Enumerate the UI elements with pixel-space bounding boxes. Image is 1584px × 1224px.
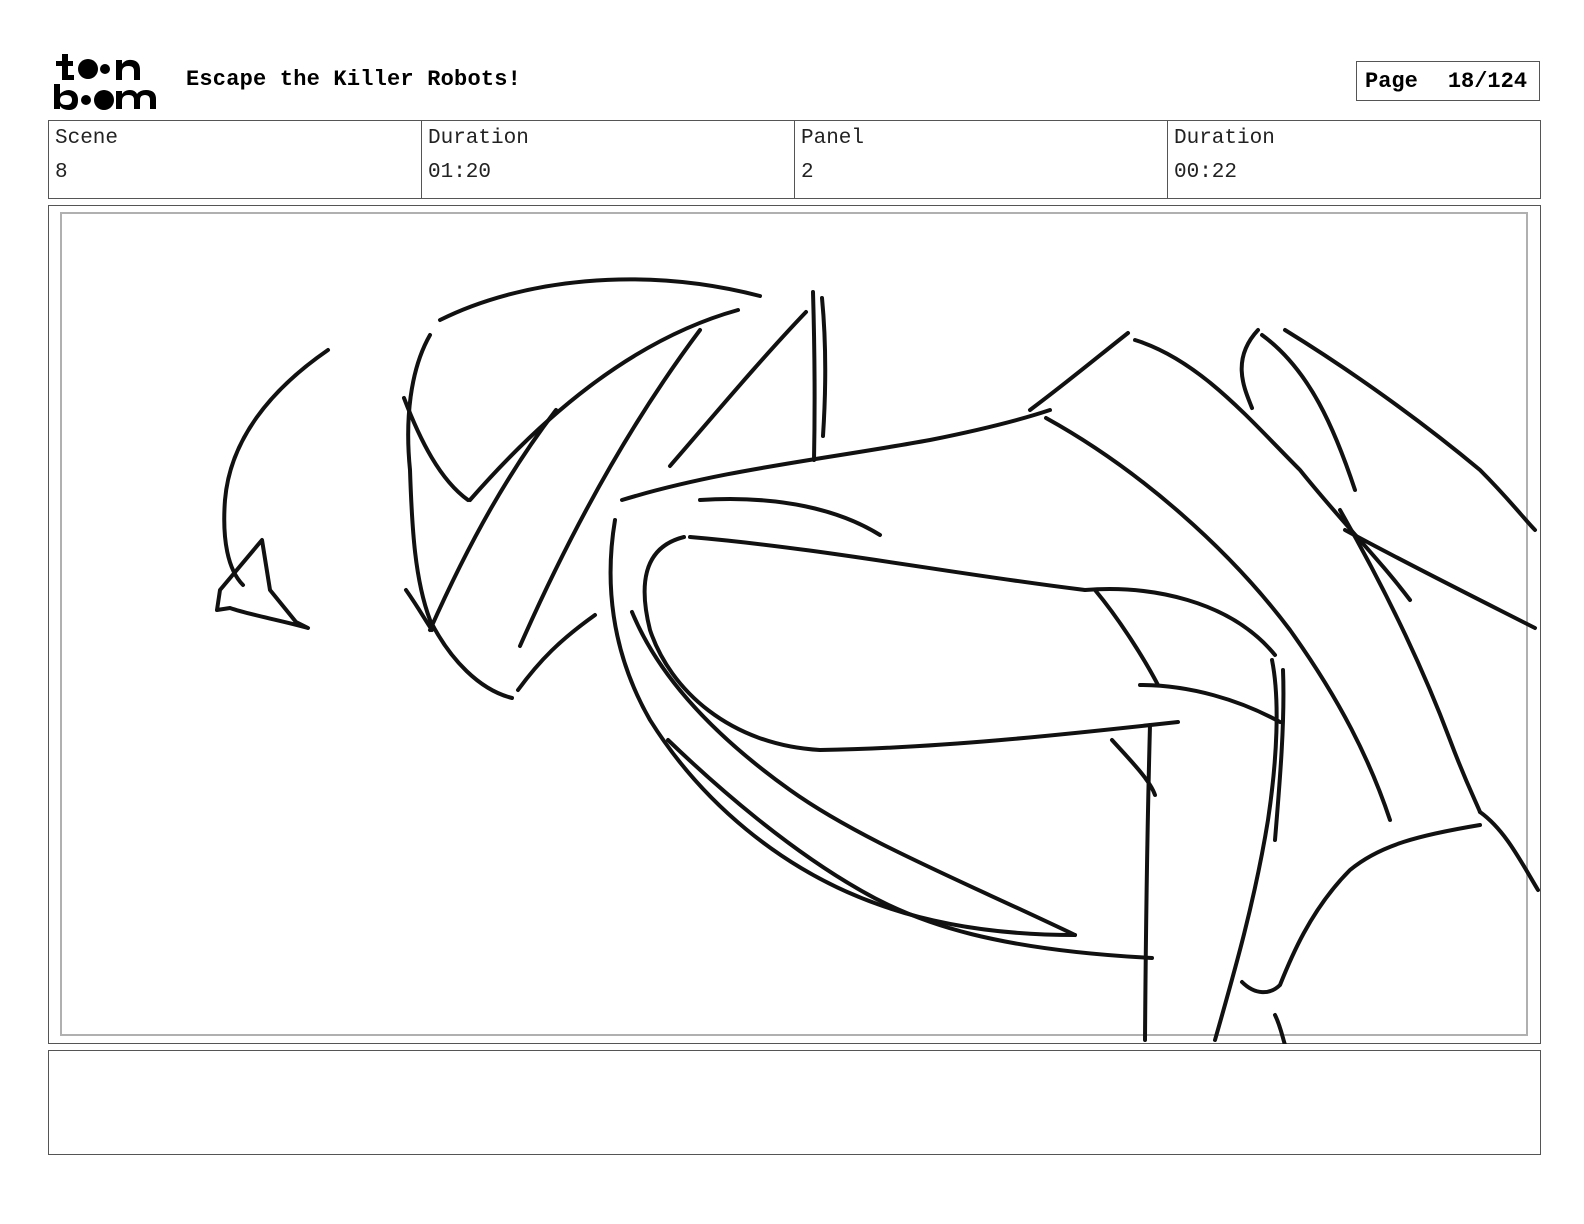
scene-info-table: Scene 8 Duration 01:20 Panel 2 Duration … xyxy=(48,120,1541,199)
scene-duration-cell: Duration 01:20 xyxy=(422,121,795,198)
scene-label: Scene xyxy=(55,127,119,150)
panel-label: Panel xyxy=(801,127,865,150)
page-counter: Page 18/124 xyxy=(1356,61,1540,101)
page-label: Page xyxy=(1365,68,1418,94)
document-title: Escape the Killer Robots! xyxy=(186,67,522,92)
panel-cell: Panel 2 xyxy=(795,121,1168,198)
panel-duration-value: 00:22 xyxy=(1174,161,1238,184)
page-value: 18/124 xyxy=(1447,68,1528,94)
storyboard-sketch xyxy=(48,205,1541,1044)
toon-boom-logo-icon xyxy=(52,52,164,112)
scene-cell: Scene 8 xyxy=(49,121,422,198)
scene-duration-value: 01:20 xyxy=(428,161,492,184)
panel-duration-cell: Duration 00:22 xyxy=(1168,121,1540,198)
scene-duration-label: Duration xyxy=(428,127,529,150)
scene-value: 8 xyxy=(55,161,68,184)
panel-duration-label: Duration xyxy=(1174,127,1275,150)
panel-value: 2 xyxy=(801,161,814,184)
panel-notes xyxy=(48,1050,1541,1155)
